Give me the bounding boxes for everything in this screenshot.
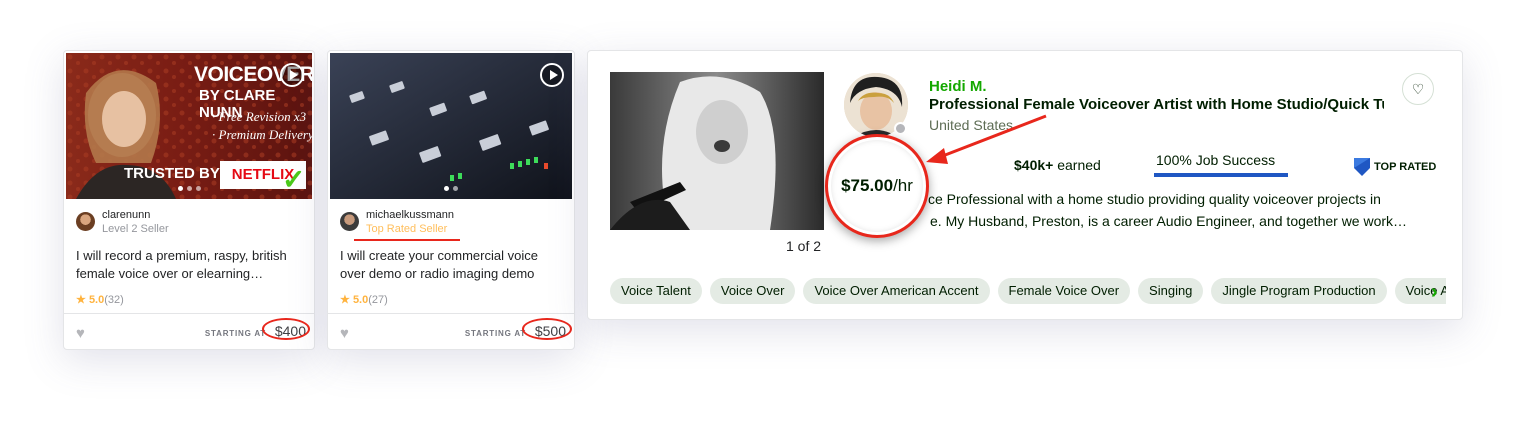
online-status-indicator xyxy=(894,122,907,135)
price-ring-annotation xyxy=(522,318,572,340)
gig-title[interactable]: I will record a premium, raspy, british … xyxy=(76,247,300,283)
job-success: 100% Job Success xyxy=(1156,152,1276,168)
freelancer-title: Professional Female Voiceover Artist wit… xyxy=(929,96,1384,113)
heart-icon[interactable]: ♥ xyxy=(76,325,85,342)
carousel-dots[interactable] xyxy=(66,186,312,191)
skill-tag[interactable]: Voice Talent xyxy=(610,278,702,304)
top-rated-label: TOP RATED xyxy=(1374,161,1437,173)
top-rated-icon xyxy=(1354,158,1370,176)
star-icon: ★ xyxy=(340,294,350,306)
thumb-feature-1: · Free Revision x3 xyxy=(212,109,307,124)
price-ring-annotation xyxy=(262,318,310,340)
singer-photo-art xyxy=(610,72,824,230)
description-line: e. My Husband, Preston, is a career Audi… xyxy=(930,213,1408,229)
earned-amount: $40k+ xyxy=(1014,157,1054,173)
heart-outline-icon: ♡ xyxy=(1411,81,1425,97)
skill-tag[interactable]: Jingle Program Production xyxy=(1211,278,1387,304)
chevron-right-icon[interactable]: › xyxy=(1431,281,1438,304)
seller-level: Top Rated Seller xyxy=(366,223,448,235)
rate-value: $75.00 xyxy=(841,176,894,195)
rating-value: 5.0 xyxy=(352,294,369,306)
gig-rating: ★ 5.0(27) xyxy=(340,293,388,306)
seller-avatar[interactable] xyxy=(340,212,359,231)
carousel-dots[interactable] xyxy=(330,186,572,191)
freelancer-name[interactable]: Heidi M. xyxy=(929,78,987,95)
profile-photo[interactable] xyxy=(610,72,824,230)
earned-label: earned xyxy=(1057,157,1101,173)
skill-tag[interactable]: Voice Acting xyxy=(1394,278,1446,304)
seller-avatar[interactable] xyxy=(76,212,95,231)
seller-info[interactable]: clarenunn Level 2 Seller xyxy=(76,209,169,236)
hourly-rate-magnifier: $75.00/hr xyxy=(825,134,929,238)
gig-card-michaelkussmann[interactable]: michaelkussmann Top Rated Seller I will … xyxy=(327,50,575,350)
gig-title[interactable]: I will create your commercial voice over… xyxy=(340,247,560,283)
hourly-rate: $75.00/hr xyxy=(841,176,913,196)
seller-name[interactable]: michaelkussmann xyxy=(366,209,454,222)
star-icon: ★ xyxy=(76,294,86,306)
starting-at-label: STARTING AT xyxy=(464,329,526,338)
skill-tag[interactable]: Voice Over American Accent xyxy=(803,278,990,304)
gig-rating: ★ 5.0(32) xyxy=(76,293,124,306)
gig-thumbnail[interactable] xyxy=(330,53,572,199)
skill-tag[interactable]: Female Voice Over xyxy=(997,278,1131,304)
starting-at-label: STARTING AT xyxy=(204,329,266,338)
top-rated-badge: TOP RATED xyxy=(1354,158,1436,176)
rating-value: 5.0 xyxy=(88,294,105,306)
freelancer-description: ce Professional with a home studio provi… xyxy=(924,188,1444,232)
save-heart-button[interactable]: ♡ xyxy=(1402,73,1434,105)
description-line: ce Professional with a home studio provi… xyxy=(928,191,1381,207)
rate-unit: /hr xyxy=(893,176,913,195)
rating-count: (32) xyxy=(104,294,124,306)
seller-name[interactable]: clarenunn xyxy=(102,209,169,222)
skill-tag[interactable]: Singing xyxy=(1138,278,1204,304)
skill-tag[interactable]: Voice Over xyxy=(709,278,796,304)
seller-info[interactable]: michaelkussmann Top Rated Seller xyxy=(340,209,454,236)
rating-count: (27) xyxy=(368,294,388,306)
thumb-trusted: TRUSTED BY: xyxy=(124,165,224,182)
play-icon[interactable] xyxy=(280,63,304,87)
job-success-bar xyxy=(1154,173,1288,177)
skills-list: Voice Talent Voice Over Voice Over America… xyxy=(610,278,1446,308)
thumb-feature-2: · Premium Delivery xyxy=(212,127,312,142)
top-rated-underline-annotation xyxy=(354,239,460,241)
gig-thumbnail[interactable]: VOICEOVERS BY CLARE NUNN · Free Revision… xyxy=(66,53,312,199)
play-icon[interactable] xyxy=(540,63,564,87)
mixing-console-art xyxy=(330,53,572,199)
freelancer-country: United States xyxy=(929,117,1014,133)
seller-level: Level 2 Seller xyxy=(102,223,169,235)
heart-icon[interactable]: ♥ xyxy=(340,325,349,342)
freelancer-profile-card[interactable]: 1 of 2 Heidi M. Professional Female Voic… xyxy=(587,50,1463,320)
photo-counter: 1 of 2 xyxy=(786,238,822,254)
check-icon: ✓ xyxy=(282,164,306,195)
earnings: $40k+ earned xyxy=(1014,157,1101,173)
gig-card-clarenunn[interactable]: VOICEOVERS BY CLARE NUNN · Free Revision… xyxy=(63,50,315,350)
